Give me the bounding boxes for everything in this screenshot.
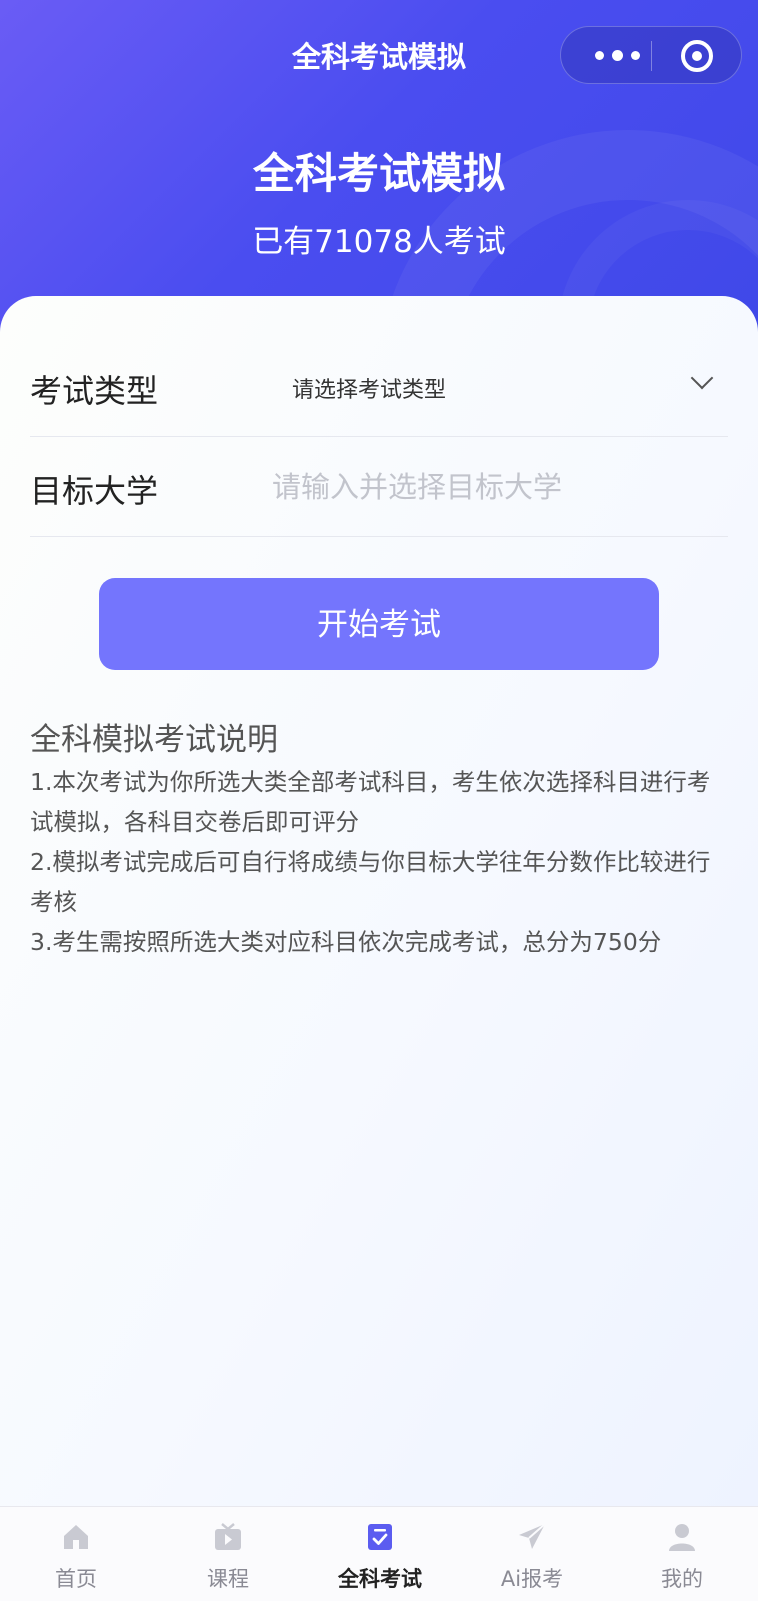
- tab-home[interactable]: 首页: [0, 1507, 152, 1601]
- capsule-divider: [651, 41, 652, 71]
- instruction-item: 2.模拟考试完成后可自行将成绩与你目标大学往年分数作比较进行考核: [30, 848, 711, 916]
- exam-type-label: 考试类型: [30, 372, 159, 410]
- tab-courses[interactable]: 课程: [152, 1507, 304, 1601]
- tab-mine[interactable]: 我的: [606, 1507, 758, 1601]
- exam-check-icon: [368, 1524, 392, 1550]
- tab-label: 首页: [55, 1567, 97, 1591]
- tab-label: Ai报考: [500, 1567, 564, 1591]
- page-title: 全科考试模拟: [252, 149, 505, 198]
- instruction-item: 3.考生需按照所选大类对应科目依次完成考试，总分为750分: [30, 928, 662, 956]
- instruction-item: 1.本次考试为你所选大类全部考试科目，考生依次选择科目进行考试模拟，各科目交卷后…: [30, 768, 711, 836]
- tab-label: 全科考试: [338, 1567, 422, 1591]
- home-icon: [64, 1525, 88, 1549]
- tab-label: 课程: [207, 1567, 249, 1591]
- tv-icon: [215, 1523, 241, 1550]
- target-university-input[interactable]: [270, 458, 714, 516]
- miniapp-capsule: [560, 26, 742, 84]
- exam-count-subtitle: 已有71078人考试: [252, 224, 506, 260]
- start-exam-button[interactable]: 开始考试: [99, 578, 659, 670]
- user-icon: [669, 1524, 695, 1551]
- tab-ai-apply[interactable]: Ai报考: [456, 1507, 608, 1601]
- close-miniapp-icon[interactable]: [681, 40, 713, 72]
- target-university-row: 目标大学: [30, 436, 728, 537]
- tab-full-exam[interactable]: 全科考试: [304, 1507, 456, 1601]
- paper-plane-icon: [519, 1523, 546, 1549]
- target-university-label: 目标大学: [30, 472, 159, 510]
- exam-type-select[interactable]: 请选择考试类型: [292, 372, 446, 404]
- chevron-down-icon[interactable]: [690, 366, 714, 390]
- more-icon[interactable]: [591, 45, 651, 65]
- bottom-tab-bar: 首页 课程 全科考试 Ai报考 我的: [0, 1506, 758, 1601]
- instructions-title: 全科模拟考试说明: [30, 722, 278, 758]
- exam-type-row[interactable]: 考试类型 请选择考试类型: [30, 336, 728, 437]
- tab-label: 我的: [661, 1567, 703, 1591]
- form-card: 考试类型 请选择考试类型 目标大学 开始考试 全科模拟考试说明 1.本次考试为你…: [0, 296, 758, 1506]
